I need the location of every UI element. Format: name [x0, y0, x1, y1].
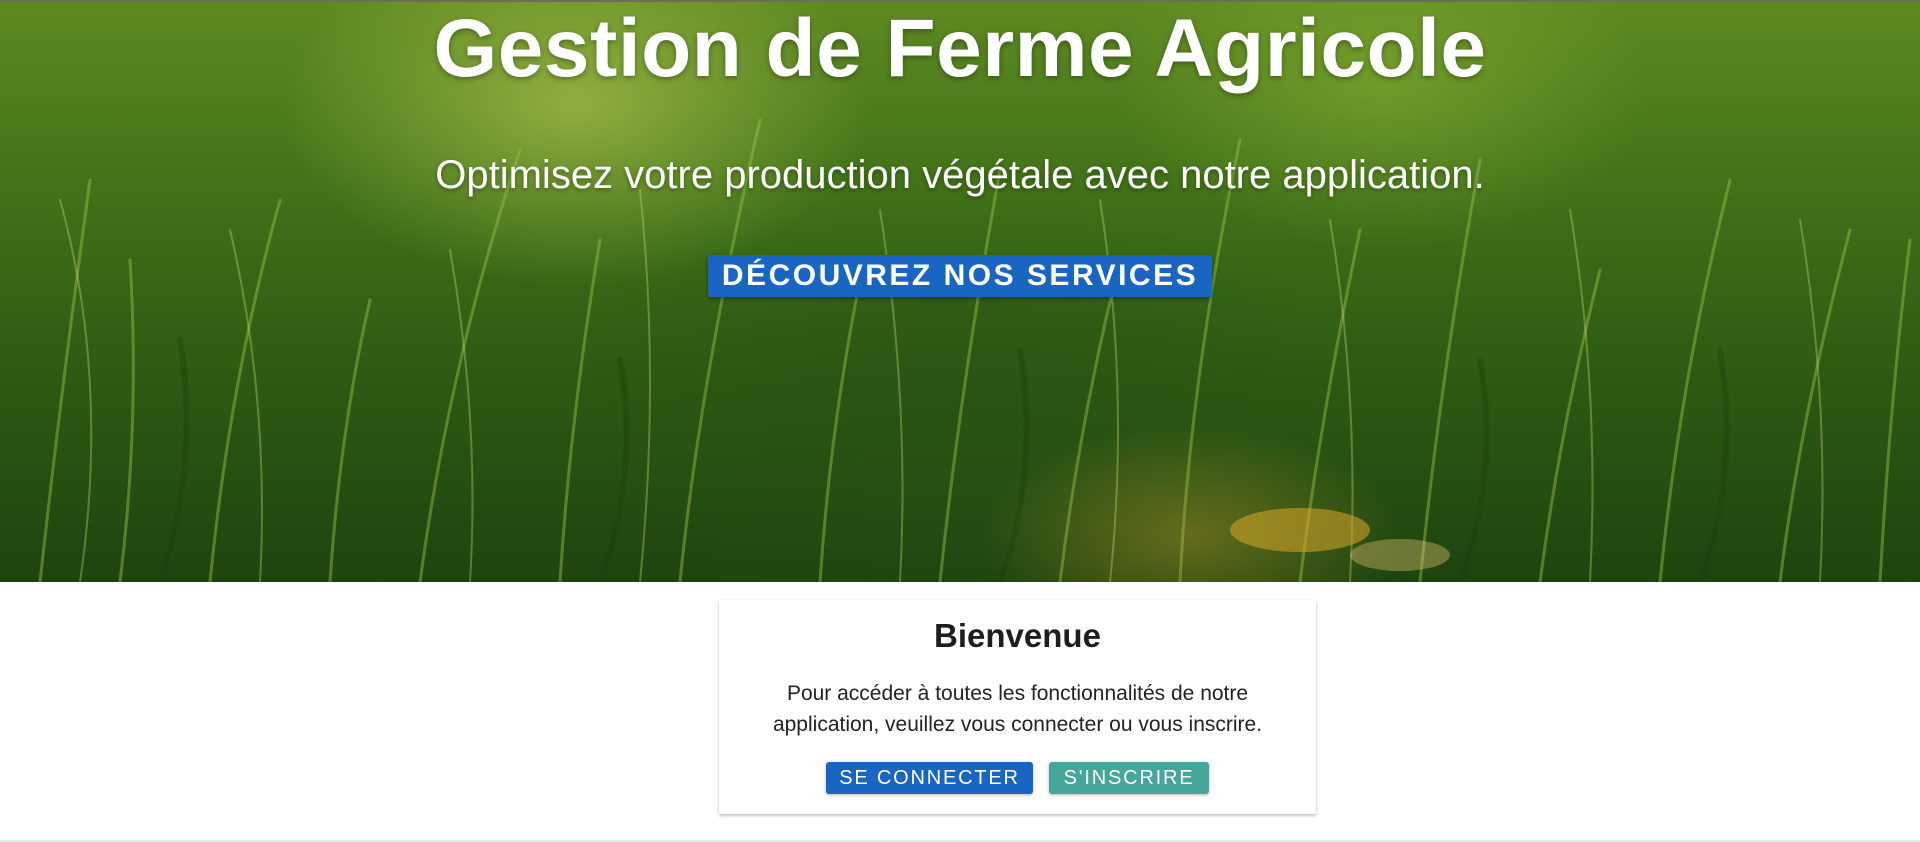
hero-banner: Gestion de Ferme Agricole Optimisez votr… — [0, 0, 1920, 582]
top-border — [0, 0, 1920, 2]
welcome-card: Bienvenue Pour accéder à toutes les fonc… — [719, 600, 1316, 814]
login-button[interactable]: SE CONNECTER — [826, 762, 1033, 794]
hero-subtitle: Optimisez votre production végétale avec… — [435, 153, 1485, 197]
welcome-title: Bienvenue — [934, 617, 1101, 654]
page-title: Gestion de Ferme Agricole — [433, 3, 1487, 94]
welcome-text: Pour accéder à toutes les fonctionnalité… — [772, 682, 1263, 736]
discover-services-button[interactable]: DÉCOUVREZ NOS SERVICES — [708, 255, 1212, 297]
signup-button[interactable]: S'INSCRIRE — [1049, 762, 1209, 794]
